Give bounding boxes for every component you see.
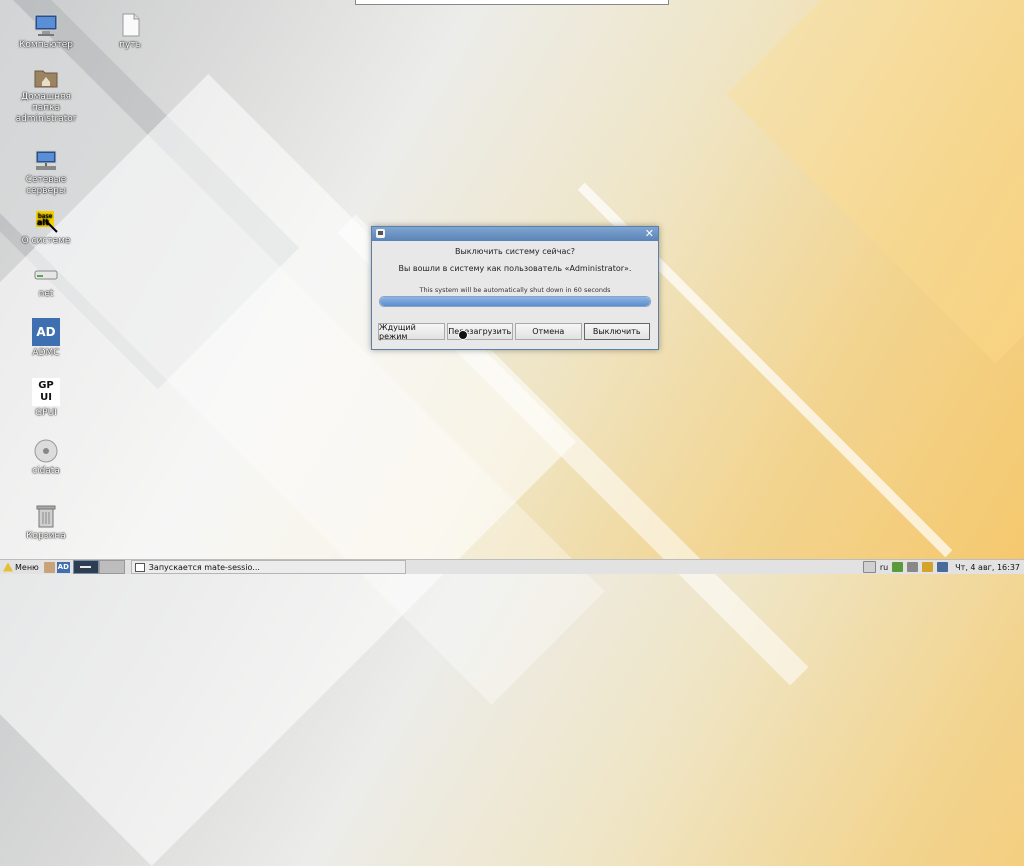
window-icon	[134, 562, 145, 572]
clock[interactable]: Чт, 4 авг, 16:37	[955, 563, 1020, 572]
desktop-icon-label: Домашняя папка administrator	[15, 92, 77, 124]
desktop-icon-computer[interactable]: Компьютер	[10, 12, 82, 51]
shutdown-button[interactable]: Выключить	[583, 323, 650, 340]
update-icon[interactable]	[892, 562, 904, 572]
close-icon[interactable]: ✕	[645, 227, 654, 241]
desktop-icon-label: net	[38, 289, 54, 299]
menu-icon	[3, 562, 13, 572]
desktop-icon-label: ADMC	[32, 348, 60, 358]
desktop-icon-gpui[interactable]: GP UI GPUI	[10, 378, 82, 419]
desktop-icon-network-servers[interactable]: Сетевые серверы	[10, 147, 82, 197]
computer-icon	[33, 12, 59, 38]
admc-launcher-icon[interactable]: AD	[56, 561, 70, 573]
desktop-icon-label: Сетевые серверы	[25, 175, 67, 196]
main-menu-button[interactable]: Меню	[0, 560, 42, 574]
file-icon	[117, 12, 143, 38]
taskbar-item[interactable]: Запускается mate-sessio...	[130, 560, 406, 574]
reboot-button[interactable]: Перезагрузить	[446, 323, 513, 340]
taskbar-item-label: Запускается mate-sessio...	[148, 562, 260, 572]
desktop-icon-label: Компьютер	[19, 40, 73, 50]
bottom-panel: Меню AD Запускается mate-sessio... ru Чт…	[0, 559, 1024, 574]
desktop-icon-path-file[interactable]: путь	[94, 12, 166, 51]
dialog-app-icon	[376, 229, 385, 238]
dialog-titlebar[interactable]: ✕	[372, 227, 658, 241]
home-folder-icon	[33, 64, 59, 90]
menu-label: Меню	[15, 562, 39, 572]
system-tray: ru Чт, 4 авг, 16:37	[862, 561, 1024, 573]
desktop-icon-about-system[interactable]: base alt О системе	[10, 208, 82, 247]
desktop-icon-admc[interactable]: AD ADMC	[10, 318, 82, 359]
desktop-icon-label: О системе	[21, 236, 71, 246]
shutdown-countdown-text: This system will be automatically shut d…	[419, 286, 611, 294]
file-manager-launcher-icon[interactable]	[43, 561, 55, 573]
admc-icon: AD	[32, 318, 60, 346]
mouse-cursor	[458, 330, 468, 340]
desktop-icon-net-drive[interactable]: net	[10, 261, 82, 300]
shutdown-dialog: ✕ Выключить систему сейчас? Вы вошли в с…	[371, 226, 659, 350]
workspace-1[interactable]	[72, 560, 99, 574]
network-icon	[33, 147, 59, 173]
about-system-icon: base alt	[33, 208, 59, 234]
suspend-button[interactable]: Ждущий режим	[378, 323, 445, 341]
dialog-question: Выключить систему сейчас?	[454, 247, 575, 256]
network-status-icon[interactable]	[937, 562, 949, 572]
background-window-edge	[355, 0, 669, 5]
notification-icon[interactable]	[862, 561, 876, 573]
desktop-icon-label: cidata	[32, 466, 60, 476]
desktop-icon-label: путь	[119, 40, 141, 50]
disc-icon	[33, 438, 59, 464]
dialog-message: Вы вошли в систему как пользователь «Adm…	[398, 264, 632, 273]
cancel-button[interactable]: Отмена	[515, 323, 582, 340]
desktop-icon-label: Корзина	[26, 531, 66, 541]
desktop-icon-home[interactable]: Домашняя папка administrator	[10, 64, 82, 125]
trash-icon	[33, 503, 59, 529]
gpui-icon: GP UI	[32, 378, 60, 406]
workspace-2[interactable]	[98, 560, 125, 574]
desktop-icon-cidata[interactable]: cidata	[10, 438, 82, 477]
keyboard-layout-indicator[interactable]: ru	[880, 563, 888, 572]
desktop-icon-label: GPUI	[35, 408, 57, 418]
countdown-progress-fill	[380, 297, 650, 306]
volume-icon[interactable]	[907, 562, 919, 572]
tools-icon[interactable]	[922, 562, 934, 572]
desktop-icon-trash[interactable]: Корзина	[10, 503, 82, 542]
countdown-progress-bar	[379, 296, 651, 307]
drive-icon	[33, 261, 59, 287]
